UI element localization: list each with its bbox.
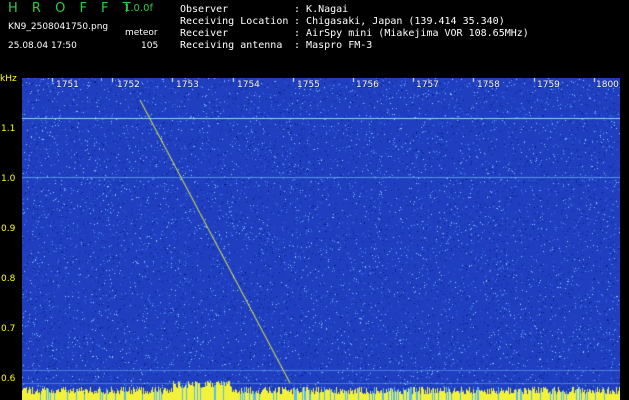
- antenna-label: Receiving antenna: [180, 40, 283, 51]
- x-tick-label: 1752: [117, 80, 140, 90]
- count-label: 105: [141, 41, 159, 51]
- filename-label: KN9_2508041750.png: [8, 22, 109, 32]
- y-tick-label: 0.9: [1, 224, 16, 234]
- x-tick-label: 1755: [297, 80, 320, 90]
- x-tick-label: 1753: [176, 80, 199, 90]
- y-tick-label: 1.0: [1, 174, 16, 184]
- x-tick-label: 1754: [237, 80, 260, 90]
- y-tick-label: 0.7: [1, 324, 16, 334]
- receiver-value: : AirSpy mini (Miakejima VOR 108.65MHz): [294, 28, 529, 39]
- x-tick-label: 1756: [356, 80, 379, 90]
- x-tick-label: 1751: [56, 80, 79, 90]
- observer-label: Observer: [180, 4, 229, 15]
- x-tick-label: 1758: [477, 80, 500, 90]
- app-title: H R O F F T: [8, 1, 136, 16]
- x-tick-label: 1800: [596, 80, 619, 90]
- y-tick-label: 0.8: [1, 274, 16, 284]
- datetime-label: 25.08.04 17:50: [8, 41, 77, 51]
- location-label: Receiving Location: [180, 16, 289, 27]
- version-label: 1.0.0f: [124, 3, 153, 14]
- y-axis-unit: kHz: [0, 74, 17, 84]
- hroft-window: H R O F F T 1.0.0f KN9_2508041750.png me…: [0, 0, 629, 400]
- location-value: : Chigasaki, Japan (139.414 35.340): [294, 16, 505, 27]
- y-tick-label: 0.6: [1, 374, 16, 384]
- x-tick-label: 1757: [416, 80, 439, 90]
- mode-label: meteor: [125, 28, 158, 38]
- y-tick-label: 1.1: [1, 124, 16, 134]
- observer-value: : K.Nagai: [294, 4, 349, 15]
- waterfall-spectrogram: [22, 78, 620, 400]
- receiver-label: Receiver: [180, 28, 229, 39]
- x-tick-label: 1759: [537, 80, 560, 90]
- antenna-value: : Maspro FM-3: [294, 40, 373, 51]
